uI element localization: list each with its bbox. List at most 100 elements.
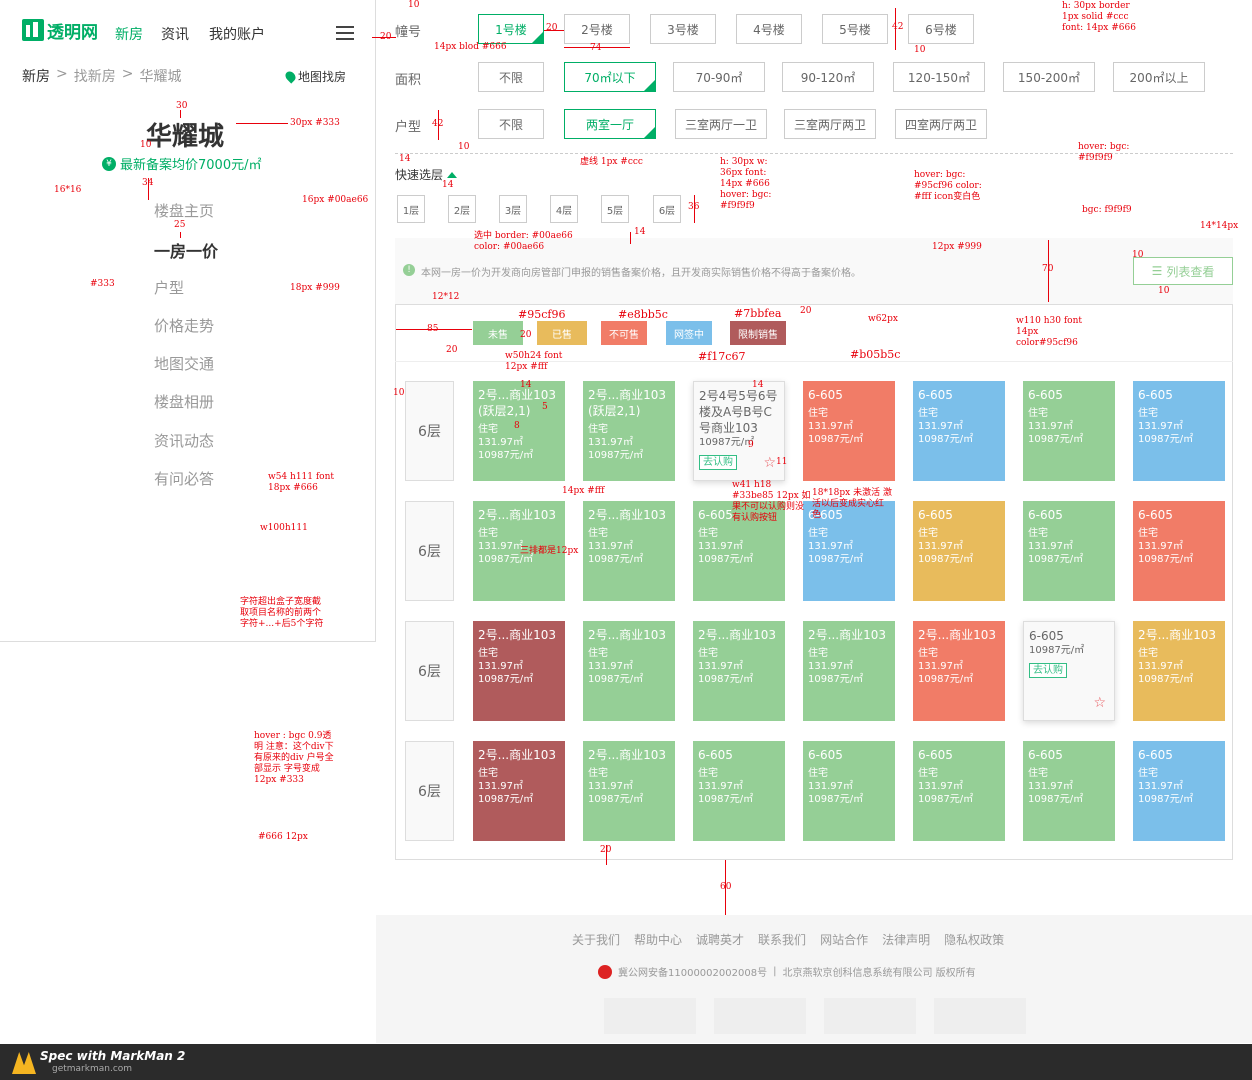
unit-cell[interactable]: 2号...商业103 住宅 131.97㎡ 10987元/㎡ <box>913 621 1005 721</box>
type-option[interactable]: 两室一厅 <box>564 109 656 139</box>
star-icon[interactable]: ☆ <box>763 456 776 470</box>
unit-area: 131.97㎡ <box>1138 661 1183 672</box>
unit-cell[interactable]: 2号...商业103 住宅 131.97㎡ 10987元/㎡ <box>693 621 785 721</box>
area-option[interactable]: 90-120㎡ <box>782 62 874 92</box>
menu-news[interactable]: 资讯动态 <box>154 430 214 451</box>
building-option[interactable]: 1号楼 <box>478 14 544 44</box>
unit-cell[interactable]: 6-605 10987元/㎡ 去认购 ☆ <box>1023 621 1115 721</box>
quick-floor-button[interactable]: 1层 <box>397 195 425 223</box>
quick-floor-button[interactable]: 6层 <box>653 195 681 223</box>
unit-name: 6-605 <box>918 388 953 402</box>
logo[interactable]: 透明网 <box>22 18 98 43</box>
unit-area: 131.97㎡ <box>1138 541 1183 552</box>
nav-new-house[interactable]: 新房 <box>115 24 143 44</box>
menu-one-price[interactable]: 一房一价 <box>154 238 218 262</box>
footer-link[interactable]: 法律声明 <box>882 931 930 948</box>
unit-name: 2号...商业103 <box>808 628 886 642</box>
unit-cell[interactable]: 2号...商业103 住宅 131.97㎡ 10987元/㎡ <box>473 621 565 721</box>
area-option[interactable]: 70-90㎡ <box>673 62 765 92</box>
footer-badge[interactable] <box>824 998 916 1034</box>
menu-price-trend[interactable]: 价格走势 <box>154 315 214 336</box>
area-option[interactable]: 70㎡以下 <box>564 62 656 92</box>
menu-map[interactable]: 地图交通 <box>154 353 214 374</box>
quick-floor-button[interactable]: 4层 <box>550 195 578 223</box>
unit-type: 住宅 <box>1138 408 1158 419</box>
footer-badge[interactable] <box>604 998 696 1034</box>
type-option[interactable]: 不限 <box>478 109 544 139</box>
subscribe-button[interactable]: 去认购 <box>1029 663 1067 678</box>
unit-cell[interactable]: 6-605 住宅 131.97㎡ 10987元/㎡ <box>1133 741 1225 841</box>
area-option[interactable]: 不限 <box>478 62 544 92</box>
unit-cell[interactable]: 2号...商业103 住宅 131.97㎡ 10987元/㎡ <box>803 621 895 721</box>
unit-price: 10987元/㎡ <box>1138 674 1194 685</box>
star-icon[interactable]: ☆ <box>1093 696 1106 710</box>
building-option[interactable]: 6号楼 <box>908 14 974 44</box>
footer-link[interactable]: 联系我们 <box>758 931 806 948</box>
quick-floor-button[interactable]: 5层 <box>601 195 629 223</box>
unit-cell[interactable]: 6-605 住宅 131.97㎡ 10987元/㎡ <box>1133 381 1225 481</box>
unit-type: 住宅 <box>588 528 608 539</box>
type-option[interactable]: 四室两厅两卫 <box>895 109 987 139</box>
list-view-button[interactable]: ☰ 列表查看 <box>1133 257 1233 285</box>
unit-cell[interactable]: 2号...商业103 住宅 131.97㎡ 10987元/㎡ <box>1133 621 1225 721</box>
footer-badge[interactable] <box>934 998 1026 1034</box>
unit-cell[interactable]: 6-605 住宅 131.97㎡ 10987元/㎡ <box>1133 501 1225 601</box>
unit-cell[interactable]: 2号...商业103 住宅 131.97㎡ 10987元/㎡ <box>583 501 675 601</box>
unit-cell[interactable]: 6-605 住宅 131.97㎡ 10987元/㎡ <box>1023 501 1115 601</box>
unit-area: 131.97㎡ <box>918 421 963 432</box>
area-option[interactable]: 150-200㎡ <box>1003 62 1095 92</box>
menu-album[interactable]: 楼盘相册 <box>154 391 214 412</box>
unit-cell[interactable]: 2号...商业103 (跃层2,1) 住宅 131.97㎡ 10987元/㎡ <box>583 381 675 481</box>
annotation-dim: 20 <box>446 345 458 355</box>
footer-link[interactable]: 网站合作 <box>820 931 868 948</box>
menu-qa[interactable]: 有问必答 <box>154 468 214 489</box>
logo-icon <box>22 19 44 41</box>
building-option[interactable]: 5号楼 <box>822 14 888 44</box>
area-option[interactable]: 120-150㎡ <box>893 62 985 92</box>
menu-icon[interactable] <box>336 26 354 41</box>
type-option[interactable]: 三室两厅一卫 <box>675 109 767 139</box>
building-option[interactable]: 4号楼 <box>736 14 802 44</box>
building-option[interactable]: 3号楼 <box>650 14 716 44</box>
nav-account[interactable]: 我的账户 <box>209 24 265 44</box>
type-label: 户型 <box>395 120 422 135</box>
unit-cell[interactable]: 2号...商业103 住宅 131.97㎡ 10987元/㎡ <box>473 741 565 841</box>
unit-cell[interactable]: 2号...商业103 住宅 131.97㎡ 10987元/㎡ <box>583 741 675 841</box>
unit-cell[interactable]: 2号...商业103 住宅 131.97㎡ 10987元/㎡ <box>583 621 675 721</box>
annotation-dim: 20 <box>520 330 532 340</box>
unit-cell[interactable]: 6-605 住宅 131.97㎡ 10987元/㎡ <box>913 741 1005 841</box>
unit-price: 10987元/㎡ <box>1138 794 1194 805</box>
crumb-new[interactable]: 新房 <box>22 66 50 86</box>
unit-cell[interactable]: 2号4号5号6号楼及A号B号C号商业103 10987元/㎡ 去认购 ☆ <box>693 381 785 481</box>
annotation-color: #e8bb5c <box>618 308 668 321</box>
subscribe-button[interactable]: 去认购 <box>699 455 737 470</box>
quick-floor-button[interactable]: 2层 <box>448 195 476 223</box>
unit-cell[interactable]: 6-605 住宅 131.97㎡ 10987元/㎡ <box>913 501 1005 601</box>
menu-home[interactable]: 楼盘主页 <box>154 200 214 221</box>
yuan-icon: ¥ <box>102 156 116 171</box>
unit-name: 6-605 <box>1029 629 1064 643</box>
unit-cell[interactable]: 6-605 住宅 131.97㎡ 10987元/㎡ <box>803 741 895 841</box>
unit-cell[interactable]: 6-605 住宅 131.97㎡ 10987元/㎡ <box>913 381 1005 481</box>
type-option[interactable]: 三室两厅两卫 <box>784 109 876 139</box>
unit-cell[interactable]: 6-605 住宅 131.97㎡ 10987元/㎡ <box>1023 741 1115 841</box>
unit-cell[interactable]: 6-605 住宅 131.97㎡ 10987元/㎡ <box>693 741 785 841</box>
map-find-link[interactable]: 地图找房 <box>283 68 346 85</box>
footer-badge[interactable] <box>714 998 806 1034</box>
footer-link[interactable]: 关于我们 <box>572 931 620 948</box>
unit-price: 10987元/㎡ <box>918 674 974 685</box>
footer-link[interactable]: 帮助中心 <box>634 931 682 948</box>
unit-type: 住宅 <box>588 768 608 779</box>
area-option[interactable]: 200㎡以上 <box>1113 62 1205 92</box>
annotation: hover: bgc: #95cf96 color: #fff icon变白色 <box>914 170 982 202</box>
quick-floor-button[interactable]: 3层 <box>499 195 527 223</box>
footer-link[interactable]: 诚聘英才 <box>696 931 744 948</box>
annotation-dim: 5 <box>542 402 548 412</box>
unit-cell[interactable]: 6-605 住宅 131.97㎡ 10987元/㎡ <box>1023 381 1115 481</box>
building-option[interactable]: 2号楼 <box>564 14 630 44</box>
menu-layout[interactable]: 户型 <box>154 277 184 298</box>
crumb-find[interactable]: 找新房 <box>74 66 116 86</box>
nav-news[interactable]: 资讯 <box>161 24 189 44</box>
footer-link[interactable]: 隐私权政策 <box>944 931 1004 948</box>
unit-cell[interactable]: 6-605 住宅 131.97㎡ 10987元/㎡ <box>803 381 895 481</box>
